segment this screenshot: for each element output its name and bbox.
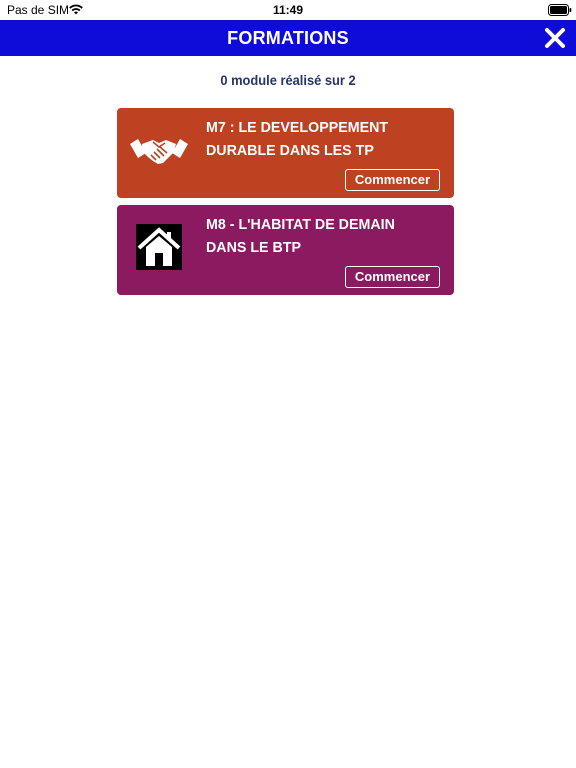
- house-icon: [136, 224, 182, 270]
- close-button[interactable]: [543, 27, 567, 49]
- battery-icon: [548, 4, 572, 16]
- handshake-icon: [130, 139, 188, 164]
- module-title: M7 : LE DEVELOPPEMENT DURABLE DANS LES T…: [206, 119, 389, 159]
- page-title: FORMATIONS: [227, 28, 349, 48]
- module-title: M8 - L'HABITAT DE DEMAIN DANS LE BTP: [206, 216, 395, 256]
- start-button[interactable]: Commencer: [345, 169, 440, 191]
- status-time: 11:49: [272, 3, 304, 17]
- module-card-m8[interactable]: M8 - L'HABITAT DE DEMAIN DANS LE BTP Com…: [117, 205, 454, 295]
- close-icon: [545, 28, 565, 48]
- start-button[interactable]: Commencer: [345, 266, 440, 288]
- status-bar: Pas de SIM 11:49: [0, 0, 576, 20]
- module-card-m7[interactable]: M7 : LE DEVELOPPEMENT DURABLE DANS LES T…: [117, 108, 454, 198]
- nav-bar: FORMATIONS: [0, 20, 576, 56]
- progress-summary: 0 module réalisé sur 2: [220, 72, 356, 88]
